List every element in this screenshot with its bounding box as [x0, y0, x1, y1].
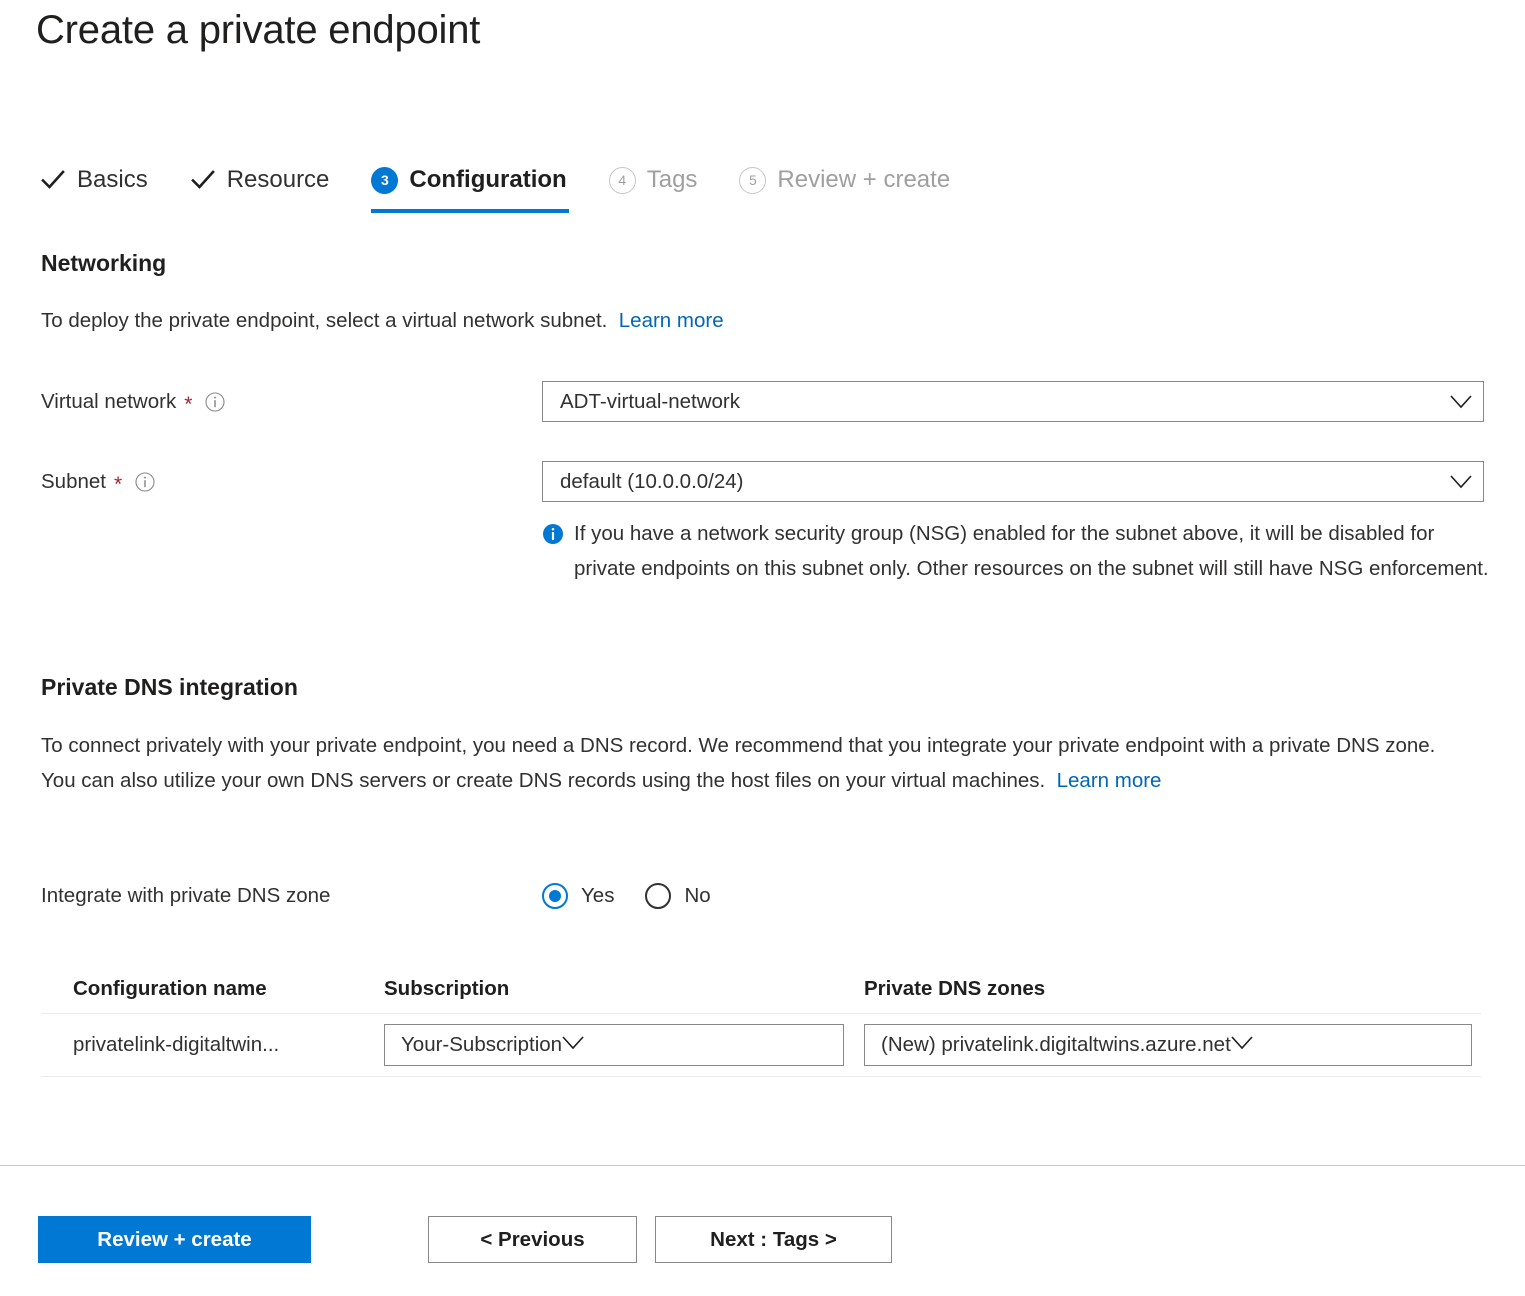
networking-description: To deploy the private endpoint, select a… [41, 303, 724, 338]
checkmark-icon [190, 167, 216, 193]
radio-label: No [684, 884, 711, 907]
review-create-button[interactable]: Review + create [38, 1216, 311, 1263]
private-dns-zones-table: Configuration name Subscription Private … [41, 965, 1481, 1077]
private-dns-zone-value: (New) privatelink.digitaltwins.azure.net [881, 1033, 1231, 1056]
subnet-label: Subnet * [41, 470, 155, 496]
footer-action-bar: Review + create < Previous Next : Tags > [38, 1216, 892, 1263]
info-filled-icon [542, 523, 564, 545]
radio-integrate-no[interactable]: No [645, 883, 711, 909]
tab-basics[interactable]: Basics [40, 163, 148, 197]
table-row: privatelink-digitaltwin... Your-Subscrip… [41, 1013, 1481, 1077]
private-dns-learn-more-link[interactable]: Learn more [1057, 769, 1162, 792]
private-dns-description: To connect privately with your private e… [41, 728, 1453, 798]
page-title: Create a private endpoint [36, 8, 481, 52]
tab-step-number: 3 [371, 166, 399, 194]
private-dns-description-text: To connect privately with your private e… [41, 734, 1436, 792]
column-header-subscription: Subscription [384, 977, 510, 1000]
column-header-private-dns-zones: Private DNS zones [864, 977, 1046, 1000]
nsg-info-text: If you have a network security group (NS… [574, 522, 1489, 580]
radio-integrate-yes[interactable]: Yes [542, 883, 614, 909]
networking-learn-more-link[interactable]: Learn more [619, 309, 724, 332]
tab-step-number: 5 [739, 166, 767, 194]
next-tags-button[interactable]: Next : Tags > [655, 1216, 892, 1263]
tab-configuration[interactable]: 3 Configuration [371, 163, 569, 213]
radio-label: Yes [581, 884, 615, 907]
info-icon[interactable] [205, 392, 225, 412]
subnet-row: Subnet * [41, 463, 155, 501]
tab-tags[interactable]: 4 Tags [608, 163, 698, 197]
virtual-network-label: Virtual network * [41, 390, 225, 416]
chevron-down-icon [1231, 1035, 1253, 1055]
table-header-row: Configuration name Subscription Private … [41, 965, 1481, 1013]
tab-label: Tags [646, 166, 698, 193]
integrate-dns-zone-row: Integrate with private DNS zone Yes No [41, 878, 742, 914]
virtual-network-dropdown[interactable]: ADT-virtual-network [542, 381, 1484, 422]
cell-private-dns-zone: (New) privatelink.digitaltwins.azure.net [851, 1024, 1472, 1066]
tab-resource[interactable]: Resource [190, 163, 330, 197]
radio-selected-icon [542, 883, 568, 909]
cell-subscription: Your-Subscription [366, 1024, 851, 1066]
wizard-tab-bar: Basics Resource 3 Configuration 4 Tags 5… [40, 163, 950, 215]
virtual-network-value: ADT-virtual-network [560, 389, 740, 413]
footer-divider [0, 1165, 1525, 1166]
configuration-name-value: privatelink-digitaltwin... [73, 1033, 280, 1056]
integrate-dns-zone-label: Integrate with private DNS zone [41, 884, 331, 907]
required-asterisk: * [184, 392, 193, 416]
previous-button[interactable]: < Previous [428, 1216, 637, 1263]
nsg-info-message: If you have a network security group (NS… [542, 516, 1494, 586]
private-dns-heading: Private DNS integration [41, 674, 298, 700]
private-dns-zone-dropdown[interactable]: (New) privatelink.digitaltwins.azure.net [864, 1024, 1472, 1066]
networking-heading: Networking [41, 250, 167, 276]
subnet-value: default (10.0.0.0/24) [560, 469, 744, 493]
chevron-down-icon [1439, 474, 1483, 489]
column-header-configuration-name: Configuration name [73, 977, 267, 1000]
tab-label: Configuration [409, 166, 567, 193]
subnet-dropdown[interactable]: default (10.0.0.0/24) [542, 461, 1484, 502]
cell-configuration-name: privatelink-digitaltwin... [41, 1033, 366, 1057]
tab-label: Basics [77, 166, 148, 193]
chevron-down-icon [562, 1035, 584, 1055]
tab-step-number: 4 [608, 166, 636, 194]
info-icon[interactable] [135, 472, 155, 492]
subscription-value: Your-Subscription [401, 1033, 563, 1056]
radio-unselected-icon [645, 883, 672, 909]
tab-underline [371, 209, 569, 213]
networking-description-text: To deploy the private endpoint, select a… [41, 309, 608, 332]
subscription-dropdown[interactable]: Your-Subscription [384, 1024, 844, 1066]
chevron-down-icon [1439, 394, 1483, 409]
virtual-network-label-text: Virtual network [41, 390, 177, 413]
tab-label: Review + create [777, 166, 951, 193]
checkmark-icon [40, 167, 66, 193]
virtual-network-row: Virtual network * [41, 383, 225, 421]
subnet-label-text: Subnet [41, 470, 106, 493]
tab-label: Resource [226, 166, 330, 193]
required-asterisk: * [113, 472, 123, 496]
tab-review-create[interactable]: 5 Review + create [739, 163, 950, 197]
